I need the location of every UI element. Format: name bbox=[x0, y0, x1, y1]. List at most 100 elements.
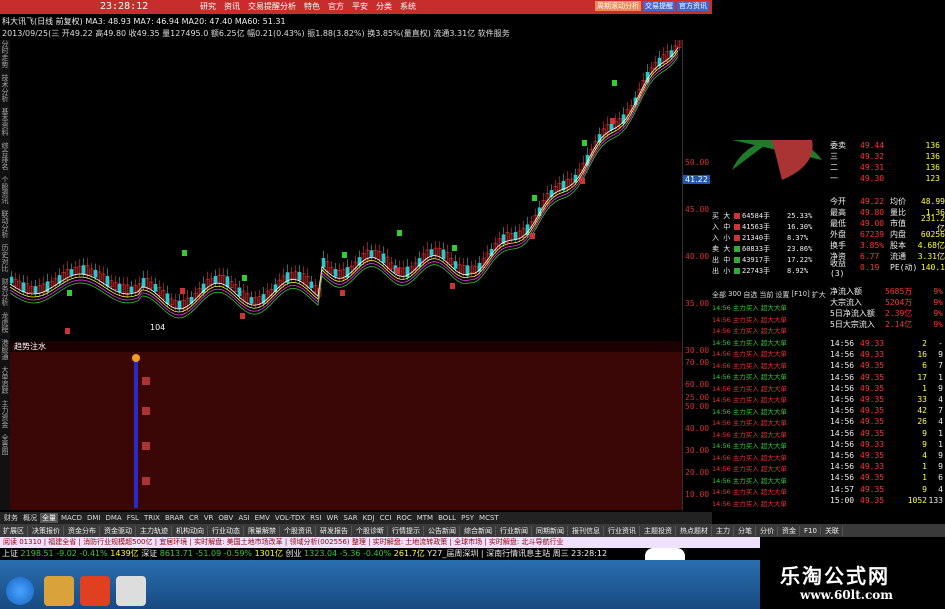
indicator-tab[interactable]: TRIX bbox=[142, 514, 162, 522]
left-strip-item[interactable]: 港股通 bbox=[0, 339, 10, 360]
function-tab[interactable]: 关联 bbox=[822, 525, 843, 536]
candle bbox=[441, 249, 446, 260]
window-icon[interactable] bbox=[116, 576, 146, 606]
netflow-row: 净流入额 5685万 9% bbox=[830, 286, 945, 297]
app-icon[interactable] bbox=[80, 576, 110, 606]
news-ticker[interactable]: 阅读 01310 | 福建全省 | 消防行业规模超500亿 | 宜居环境 | 实… bbox=[0, 537, 760, 548]
function-tab[interactable]: 个股诊断 bbox=[353, 525, 388, 536]
indicator-tab[interactable]: PSY bbox=[459, 514, 476, 522]
function-tab[interactable]: 分笔 bbox=[735, 525, 756, 536]
indicator-tab[interactable]: VR bbox=[202, 514, 216, 522]
top-button[interactable]: 官方资讯 bbox=[677, 1, 709, 11]
left-strip-item[interactable]: 历史对比 bbox=[0, 244, 10, 272]
indicator-mark bbox=[142, 442, 150, 450]
function-tab[interactable]: 行情提示 bbox=[389, 525, 424, 536]
indicator-tab[interactable]: EMV bbox=[253, 514, 272, 522]
flow-label: 入 小 bbox=[712, 233, 731, 242]
left-strip-item[interactable]: 龙虎榜 bbox=[0, 312, 10, 333]
function-tab[interactable]: 分价 bbox=[757, 525, 778, 536]
top-button[interactable]: 周期滚动分析 bbox=[595, 1, 641, 11]
menu-item[interactable]: 官方 bbox=[326, 1, 346, 12]
left-strip-item[interactable]: 全景图 bbox=[0, 434, 10, 455]
top-button[interactable]: 交易提醒 bbox=[643, 1, 675, 11]
left-strip-item[interactable]: 个股资讯 bbox=[0, 176, 10, 204]
indicator-tab[interactable]: 全量 bbox=[40, 513, 58, 523]
indicator-tab[interactable]: MTM bbox=[415, 514, 435, 522]
function-tabs[interactable]: 扩展区 决策报价 资金分布 资金驱动 主力轨迹 机构动向 行业动态 限量解禁 个股资讯 研发报告个… bbox=[0, 524, 945, 537]
function-tab[interactable]: 机构动向 bbox=[173, 525, 208, 536]
flow-tab[interactable]: 设置 bbox=[775, 290, 789, 300]
indicator-tab[interactable]: VOL-TDX bbox=[273, 514, 307, 522]
indicator-tab[interactable]: DMA bbox=[103, 514, 123, 522]
candlestick-chart[interactable]: 104 bbox=[10, 40, 682, 340]
indicator-tab[interactable]: CCI bbox=[378, 514, 394, 522]
indicator-tab[interactable]: RSI bbox=[308, 514, 323, 522]
menu-item[interactable]: 研究 bbox=[198, 1, 218, 12]
left-strip-item[interactable]: 联动分析 bbox=[0, 210, 10, 238]
flow-tab[interactable]: 全部 bbox=[712, 290, 726, 300]
indicator-tab[interactable]: 概况 bbox=[21, 513, 39, 523]
flow-tab[interactable]: 自选 bbox=[743, 290, 757, 300]
function-tab[interactable]: 资金驱动 bbox=[101, 525, 136, 536]
indicator-tab[interactable]: BOLL bbox=[436, 514, 458, 522]
indicator-tab[interactable]: MACD bbox=[59, 514, 84, 522]
function-tab[interactable]: 主力轨迹 bbox=[137, 525, 172, 536]
left-strip-item[interactable]: 基本资料 bbox=[0, 108, 10, 136]
menu-item[interactable]: 资讯 bbox=[222, 1, 242, 12]
indicator-tab[interactable]: BRAR bbox=[163, 514, 186, 522]
indicator-tab[interactable]: ASI bbox=[236, 514, 251, 522]
function-tab[interactable]: 行业新闻 bbox=[497, 525, 532, 536]
menu-item[interactable]: 交易提醒分析 bbox=[246, 1, 298, 12]
left-strip-item[interactable]: 分时走势 bbox=[0, 40, 10, 68]
function-tab[interactable]: 行业资讯 bbox=[605, 525, 640, 536]
indicator-tab[interactable]: CR bbox=[187, 514, 201, 522]
function-tab[interactable]: 决策报价 bbox=[29, 525, 64, 536]
indicator-tab[interactable]: ROC bbox=[394, 514, 413, 522]
function-tab[interactable]: 资金分布 bbox=[65, 525, 100, 536]
function-tab[interactable]: 热点题材 bbox=[677, 525, 712, 536]
function-tab[interactable]: 研发报告 bbox=[317, 525, 352, 536]
menu-item[interactable]: 特色 bbox=[302, 1, 322, 12]
menu-item[interactable]: 分类 bbox=[374, 1, 394, 12]
function-tab[interactable]: 扩展区 bbox=[0, 525, 28, 536]
flow-tabs[interactable]: 全部 300 自选 当前 设置 [F10] 扩大 bbox=[712, 290, 830, 300]
function-tab[interactable]: 行业动态 bbox=[209, 525, 244, 536]
function-tab[interactable]: 主力 bbox=[713, 525, 734, 536]
netflow-pct: 9% bbox=[933, 309, 943, 318]
function-tab[interactable]: 同期新闻 bbox=[533, 525, 568, 536]
indicator-tab[interactable]: KDJ bbox=[361, 514, 377, 522]
windows-start-icon[interactable] bbox=[6, 577, 34, 605]
function-tab[interactable]: 主题投资 bbox=[641, 525, 676, 536]
flow-label: 出 小 bbox=[712, 266, 731, 275]
indicator-tab[interactable]: FSL bbox=[125, 514, 141, 522]
menu-item[interactable]: 平安 bbox=[350, 1, 370, 12]
indicator-tab[interactable]: 财务 bbox=[2, 513, 20, 523]
indicator-tab[interactable]: WR bbox=[325, 514, 341, 522]
trade-row: 14:56 主力买入 超大大单 bbox=[712, 442, 787, 450]
left-strip-item[interactable]: 大单追踪 bbox=[0, 366, 10, 394]
left-strip-item[interactable]: 财务分析 bbox=[0, 278, 10, 306]
flow-tab[interactable]: [F10] bbox=[791, 290, 809, 300]
flow-tab[interactable]: 扩大 bbox=[812, 290, 826, 300]
function-tab[interactable]: 报刊信息 bbox=[569, 525, 604, 536]
menu-item[interactable]: 系统 bbox=[398, 1, 418, 12]
tick-volume: 1052 bbox=[907, 495, 927, 505]
indicator-subpanel[interactable] bbox=[10, 352, 682, 510]
indicator-tab[interactable]: DMI bbox=[85, 514, 103, 522]
indicator-tab[interactable]: OBV bbox=[216, 514, 235, 522]
flow-tab[interactable]: 当前 bbox=[759, 290, 773, 300]
indicator-tab[interactable]: MCST bbox=[477, 514, 501, 522]
flow-tab[interactable]: 300 bbox=[728, 290, 741, 300]
function-tab[interactable]: 个股资讯 bbox=[281, 525, 316, 536]
left-strip-item[interactable]: 综合排名 bbox=[0, 142, 10, 170]
folder-icon[interactable] bbox=[44, 576, 74, 606]
function-tab[interactable]: F10 bbox=[801, 526, 821, 535]
indicator-tabs[interactable]: 财务 概况 全量 MACD DMI DMA FSL TRIX BRAR CR VR OBV ASI EMV… bbox=[0, 512, 712, 524]
function-tab[interactable]: 资金 bbox=[779, 525, 800, 536]
function-tab[interactable]: 综合新闻 bbox=[461, 525, 496, 536]
left-strip-item[interactable]: 主力资金 bbox=[0, 400, 10, 428]
left-strip-item[interactable]: 技术分析 bbox=[0, 74, 10, 102]
function-tab[interactable]: 限量解禁 bbox=[245, 525, 280, 536]
indicator-tab[interactable]: SAR bbox=[341, 514, 359, 522]
function-tab[interactable]: 公告新闻 bbox=[425, 525, 460, 536]
